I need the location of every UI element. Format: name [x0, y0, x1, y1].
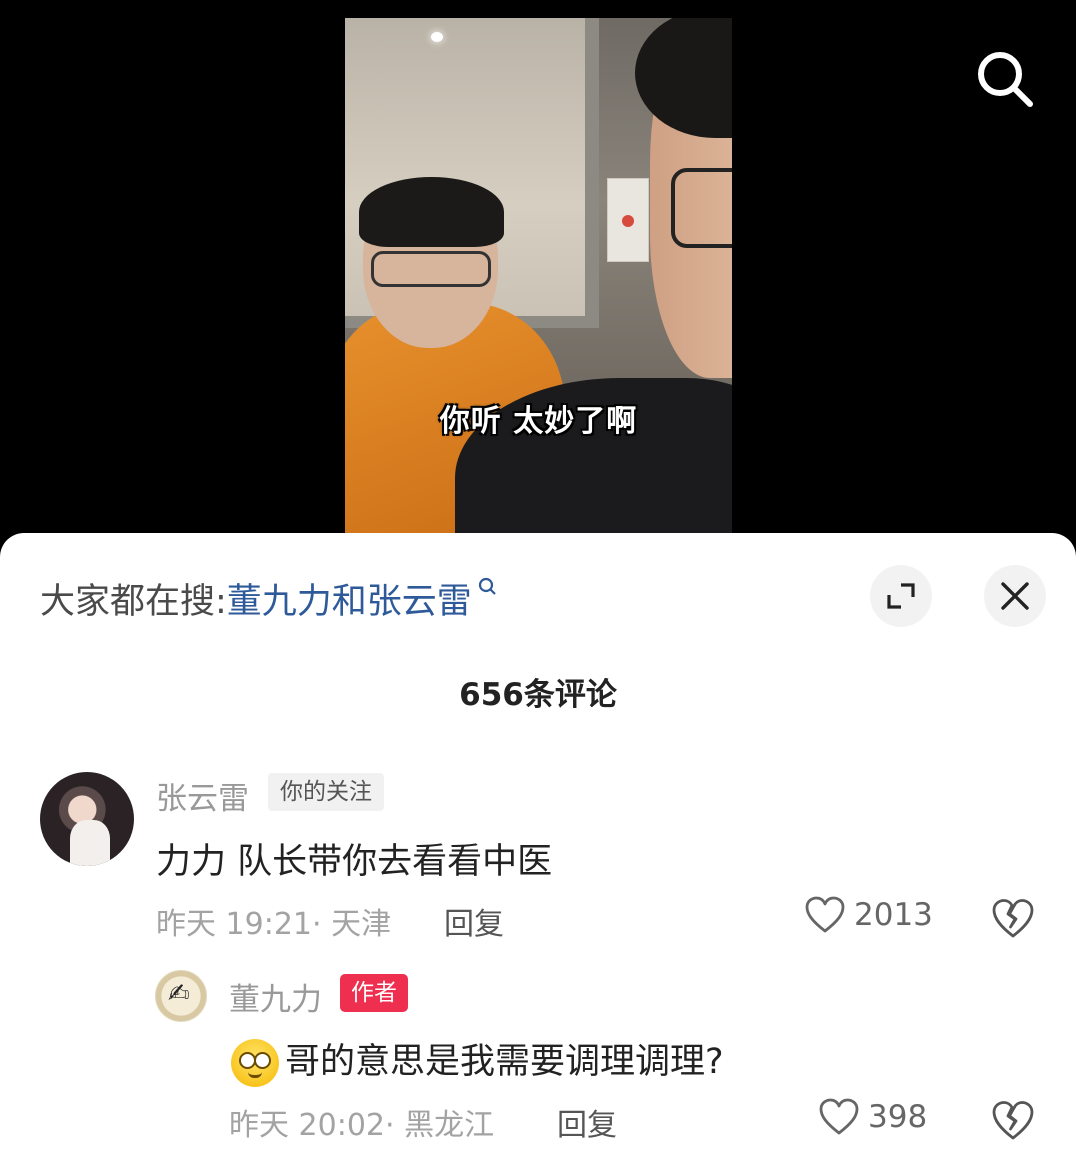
comment-username[interactable]: 张云雷: [156, 773, 249, 818]
trending-search-hint[interactable]: 大家都在搜:董九力和张云雷: [40, 573, 498, 624]
dizzy-face-emoji: [231, 1039, 279, 1087]
video-frame[interactable]: 你听 太妙了啊: [345, 18, 732, 543]
reply-avatar[interactable]: [155, 970, 207, 1022]
expand-button[interactable]: [870, 565, 932, 627]
video-ceiling-light: [431, 32, 443, 42]
reply-button[interactable]: 回复: [444, 899, 504, 943]
reply-to-reply-button[interactable]: 回复: [557, 1100, 617, 1144]
heart-icon: [819, 1098, 859, 1135]
comment-sheet: 大家都在搜:董九力和张云雷 656条评论 张云雷 你的关注 力力 队长带你去看看…: [0, 533, 1076, 1168]
author-badge: 作者: [340, 974, 408, 1012]
video-person-right: [455, 18, 732, 543]
following-badge: 你的关注: [268, 773, 384, 811]
trending-search-query[interactable]: 董九力和张云雷: [227, 582, 472, 622]
close-button[interactable]: [984, 565, 1046, 627]
magnifier-small-icon: [472, 577, 498, 604]
like-button[interactable]: 2013: [804, 895, 933, 935]
comment-text: 力力 队长带你去看看中医: [156, 842, 553, 882]
reply-text-row: 哥的意思是我需要调理调理?: [231, 1033, 724, 1087]
video-subtitle: 你听 太妙了啊: [439, 404, 638, 439]
reply-dislike-button[interactable]: [991, 1099, 1035, 1143]
trending-search-prefix: 大家都在搜:: [40, 582, 227, 622]
comment-time-location: 昨天 19:21· 天津: [156, 907, 392, 942]
like-count: 2013: [854, 897, 933, 933]
broken-heart-icon: [992, 899, 1034, 938]
avatar[interactable]: [40, 772, 134, 866]
close-icon: [1001, 582, 1029, 610]
reply-text: 哥的意思是我需要调理调理?: [285, 1042, 724, 1082]
reply-username[interactable]: 董九力: [229, 974, 322, 1019]
search-icon: [978, 52, 1033, 107]
dislike-button[interactable]: [991, 897, 1035, 941]
heart-icon: [805, 896, 845, 933]
expand-icon: [887, 583, 915, 609]
reply-like-button[interactable]: 398: [818, 1097, 927, 1137]
reply-like-count: 398: [868, 1099, 928, 1135]
reply-time-location: 昨天 20:02· 黑龙江: [229, 1108, 495, 1143]
comment-count: 656条评论: [459, 677, 617, 713]
broken-heart-icon: [992, 1101, 1034, 1140]
video-player[interactable]: 你听 太妙了啊: [0, 0, 1076, 560]
search-button[interactable]: [972, 46, 1038, 112]
